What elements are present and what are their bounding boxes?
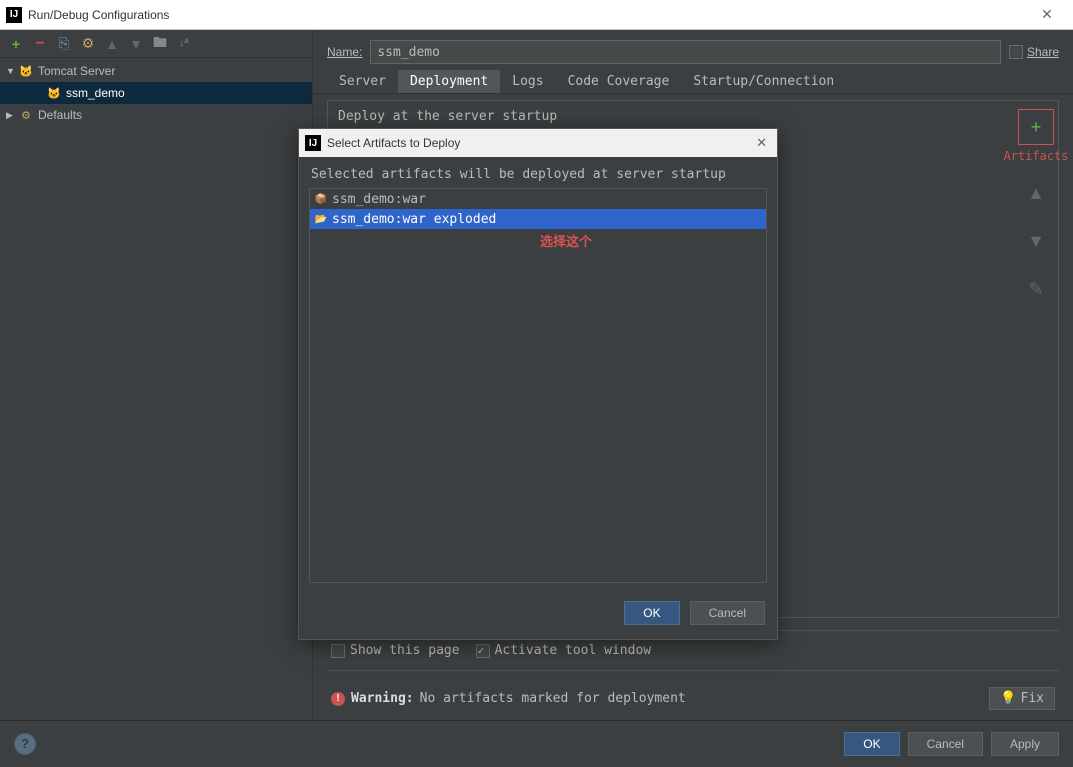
artifact-up-button: ▲ — [1018, 175, 1054, 211]
artifact-war-icon: 📦 — [314, 192, 328, 206]
tree-node-ssm-demo[interactable]: 🐱 ssm_demo — [0, 82, 312, 104]
window-titlebar: IJ Run/Debug Configurations ✕ — [0, 0, 1073, 30]
activate-tool-window-checkbox[interactable] — [476, 644, 490, 658]
modal-hint: Selected artifacts will be deployed at s… — [299, 157, 777, 188]
tab-startup-connection[interactable]: Startup/Connection — [681, 70, 846, 93]
app-icon: IJ — [6, 7, 22, 23]
folder-button[interactable]: 🖿 — [150, 34, 170, 54]
artifact-label: ssm_demo:war exploded — [332, 212, 496, 227]
artifact-label: ssm_demo:war — [332, 192, 426, 207]
tree-label: Defaults — [38, 108, 82, 122]
edit-defaults-button[interactable]: ⚙ — [78, 34, 98, 54]
show-this-page-label: Show this page — [350, 643, 460, 658]
artifacts-annotation: Artifacts — [1003, 149, 1068, 163]
fix-button[interactable]: 💡 Fix — [989, 687, 1055, 710]
tree-node-tomcat[interactable]: ▼ 🐱 Tomcat Server — [0, 60, 312, 82]
app-icon: IJ — [305, 135, 321, 151]
tree-label: ssm_demo — [66, 86, 125, 100]
copy-config-button[interactable]: ⎘ — [54, 34, 74, 54]
configurations-panel: + − ⎘ ⚙ ▲ ▼ 🖿 ↓ᴬ ▼ 🐱 Tomcat Server 🐱 ssm… — [0, 30, 313, 720]
name-label: Name: — [327, 45, 362, 59]
tomcat-icon: 🐱 — [46, 85, 62, 101]
modal-ok-button[interactable]: OK — [624, 601, 679, 625]
share-label: Share — [1027, 45, 1059, 59]
config-name-input[interactable] — [370, 40, 1001, 64]
deploy-header: Deploy at the server startup — [338, 109, 1004, 124]
warning-text: No artifacts marked for deployment — [420, 691, 686, 706]
artifact-down-button: ▼ — [1018, 223, 1054, 259]
add-config-button[interactable]: + — [6, 34, 26, 54]
artifact-item-war[interactable]: 📦 ssm_demo:war — [310, 189, 766, 209]
select-artifacts-dialog: IJ Select Artifacts to Deploy ✕ Selected… — [298, 128, 778, 640]
help-button[interactable]: ? — [14, 733, 36, 755]
sort-button[interactable]: ↓ᴬ — [174, 34, 194, 54]
modal-titlebar: IJ Select Artifacts to Deploy ✕ — [299, 129, 777, 157]
tree-label: Tomcat Server — [38, 64, 115, 78]
move-up-button: ▲ — [102, 34, 122, 54]
warning-label: Warning: — [351, 691, 414, 706]
tree-node-defaults[interactable]: ▶ ⚙ Defaults — [0, 104, 312, 126]
tomcat-icon: 🐱 — [18, 63, 34, 79]
modal-title: Select Artifacts to Deploy — [327, 136, 752, 150]
config-tree: ▼ 🐱 Tomcat Server 🐱 ssm_demo ▶ ⚙ Default… — [0, 58, 312, 720]
wrench-icon: ⚙ — [18, 107, 34, 123]
artifact-exploded-icon: 📂 — [314, 212, 328, 226]
warning-icon: ! — [331, 692, 345, 706]
config-toolbar: + − ⎘ ⚙ ▲ ▼ 🖿 ↓ᴬ — [0, 30, 312, 58]
fix-label: Fix — [1021, 691, 1044, 706]
modal-cancel-button[interactable]: Cancel — [690, 601, 765, 625]
apply-button[interactable]: Apply — [991, 732, 1059, 756]
move-down-button: ▼ — [126, 34, 146, 54]
dialog-footer: ? OK Cancel Apply — [0, 720, 1073, 766]
artifact-list[interactable]: 📦 ssm_demo:war 📂 ssm_demo:war exploded 选… — [309, 188, 767, 583]
tab-logs[interactable]: Logs — [500, 70, 555, 93]
add-artifact-button[interactable]: + — [1018, 109, 1054, 145]
cancel-button[interactable]: Cancel — [908, 732, 983, 756]
modal-close-button[interactable]: ✕ — [752, 135, 771, 151]
lightbulb-icon: 💡 — [1000, 691, 1016, 706]
tab-code-coverage[interactable]: Code Coverage — [556, 70, 682, 93]
share-checkbox[interactable] — [1009, 45, 1023, 59]
expand-arrow-icon: ▼ — [6, 66, 18, 76]
window-title: Run/Debug Configurations — [28, 8, 1027, 22]
artifact-edit-button: ✎ — [1018, 271, 1054, 307]
show-this-page-checkbox[interactable] — [331, 644, 345, 658]
artifact-item-war-exploded[interactable]: 📂 ssm_demo:war exploded — [310, 209, 766, 229]
activate-tool-window-label: Activate tool window — [495, 643, 652, 658]
tab-server[interactable]: Server — [327, 70, 398, 93]
ok-button[interactable]: OK — [844, 732, 899, 756]
window-close-button[interactable]: ✕ — [1027, 6, 1067, 23]
config-tabs: Server Deployment Logs Code Coverage Sta… — [313, 70, 1073, 94]
remove-config-button[interactable]: − — [30, 34, 50, 54]
collapse-arrow-icon: ▶ — [6, 110, 18, 121]
tab-deployment[interactable]: Deployment — [398, 70, 500, 93]
annotation-text: 选择这个 — [540, 231, 592, 250]
